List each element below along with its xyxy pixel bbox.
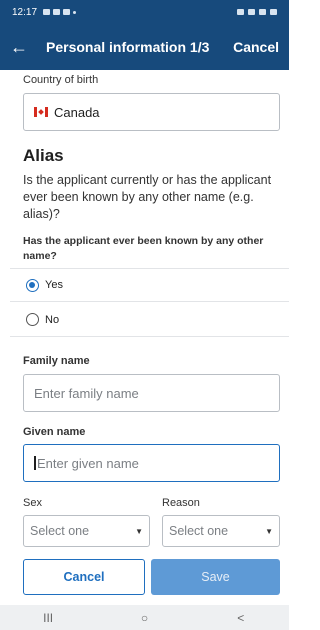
country-of-birth-value: Canada xyxy=(54,104,100,120)
alias-question: Has the applicant ever been known by any… xyxy=(23,235,264,262)
sex-select[interactable]: Select one ▼ xyxy=(23,515,150,547)
back-arrow-icon[interactable]: ← xyxy=(10,37,36,58)
radio-yes-icon[interactable] xyxy=(26,278,39,292)
canada-flag-icon xyxy=(34,107,48,117)
dot-icon xyxy=(73,10,77,14)
cancel-button[interactable]: Cancel xyxy=(23,559,145,595)
recents-icon[interactable]: III xyxy=(18,611,78,625)
signal-icon xyxy=(259,9,266,15)
app-bar: ← Personal information 1/3 Cancel xyxy=(0,24,289,70)
family-name-label: Family name xyxy=(23,355,90,367)
system-icons xyxy=(237,9,277,15)
given-name-label: Given name xyxy=(23,426,86,438)
given-name-input[interactable]: Enter given name xyxy=(23,444,280,482)
people-icon xyxy=(63,9,71,15)
status-bar: 12:17 xyxy=(0,0,289,24)
nfc-icon xyxy=(237,9,244,15)
back-nav-icon[interactable]: < xyxy=(211,611,271,625)
text-caret xyxy=(34,456,36,470)
radio-option-no[interactable]: No xyxy=(10,303,289,337)
home-icon[interactable]: ○ xyxy=(114,611,174,625)
reason-label: Reason xyxy=(162,497,200,509)
sex-label: Sex xyxy=(23,497,42,509)
country-of-birth-label: Country of birth xyxy=(23,74,99,86)
reason-select-value: Select one xyxy=(169,524,229,538)
battery-icon xyxy=(270,9,277,15)
given-name-placeholder: Enter given name xyxy=(37,455,139,471)
family-name-input[interactable]: Enter family name xyxy=(23,374,280,412)
image-icon xyxy=(43,9,51,15)
radio-no-icon[interactable] xyxy=(26,313,39,326)
reason-select[interactable]: Select one ▼ xyxy=(162,515,280,547)
cloud-icon xyxy=(53,9,61,15)
system-nav-bar: III ○ < xyxy=(0,605,289,630)
status-time: 12:17 xyxy=(12,6,38,18)
header-cancel-button[interactable]: Cancel xyxy=(233,39,279,55)
wifi-icon xyxy=(248,9,255,15)
radio-option-yes[interactable]: Yes xyxy=(10,268,289,302)
sex-select-value: Select one xyxy=(30,524,90,538)
save-button[interactable]: Save xyxy=(151,559,280,595)
radio-no-label: No xyxy=(45,313,60,326)
page-title: Personal information 1/3 xyxy=(46,39,210,55)
country-of-birth-field[interactable]: Canada xyxy=(23,93,280,131)
radio-yes-label: Yes xyxy=(45,279,63,291)
family-name-placeholder: Enter family name xyxy=(34,385,139,401)
notification-icons xyxy=(43,9,77,15)
alias-description: Is the applicant currently or has the ap… xyxy=(23,173,272,221)
dropdown-arrow-icon: ▼ xyxy=(265,526,273,536)
dropdown-arrow-icon: ▼ xyxy=(135,526,143,536)
alias-heading: Alias xyxy=(23,146,64,165)
